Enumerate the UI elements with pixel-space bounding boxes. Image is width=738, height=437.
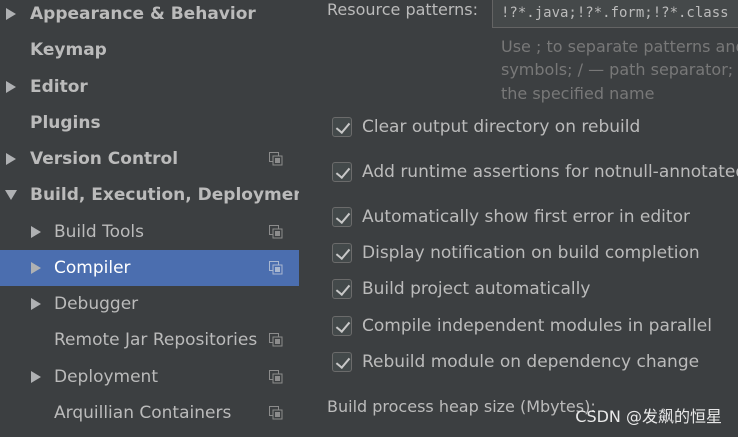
sidebar-item-appearance-behavior[interactable]: Appearance & Behavior — [0, 0, 299, 32]
resource-patterns-hint: symbols; / — path separator; — [501, 60, 734, 79]
expand-arrow-icon[interactable] — [31, 226, 41, 238]
sidebar-item-version-control[interactable]: Version Control — [0, 141, 299, 177]
checkbox-label[interactable]: Compile independent modules in parallel — [362, 315, 712, 337]
project-scope-icon — [269, 333, 283, 347]
checkbox-box[interactable] — [332, 352, 352, 372]
sidebar-item-deployment[interactable]: Deployment — [0, 359, 299, 395]
sidebar-item-label: Appearance & Behavior — [30, 4, 256, 24]
checkbox-label[interactable]: Rebuild module on dependency change — [362, 351, 699, 373]
check-icon — [335, 353, 351, 370]
project-scope-icon — [269, 225, 283, 239]
sidebar-item-label: Remote Jar Repositories — [54, 330, 258, 350]
check-icon — [335, 244, 351, 261]
checkbox-box[interactable] — [332, 162, 352, 182]
resource-patterns-hint: Use ; to separate patterns and — [501, 37, 738, 56]
expand-arrow-icon[interactable] — [6, 8, 16, 20]
expand-arrow-icon[interactable] — [6, 153, 16, 165]
sidebar-item-label: Debugger — [54, 294, 139, 314]
checkbox-label[interactable]: Build project automatically — [362, 278, 590, 300]
sidebar-item-label: Build Tools — [54, 222, 144, 242]
resource-patterns-input[interactable] — [492, 0, 738, 28]
sidebar-item-label: Compiler — [54, 258, 131, 278]
sidebar-item-plugins[interactable]: Plugins — [0, 105, 299, 141]
resource-patterns-label: Resource patterns: — [327, 0, 478, 19]
expand-arrow-icon[interactable] — [31, 298, 41, 310]
sidebar-item-label: Build, Execution, Deployment — [30, 185, 299, 205]
expand-arrow-icon[interactable] — [6, 81, 16, 93]
checkbox-box[interactable] — [332, 243, 352, 263]
sidebar-item-keymap[interactable]: Keymap — [0, 32, 299, 68]
sidebar-item-label: Plugins — [30, 113, 101, 133]
checkbox-box[interactable] — [332, 117, 352, 137]
checkbox-box[interactable] — [332, 207, 352, 227]
expand-arrow-icon[interactable] — [31, 371, 41, 383]
checkbox-box[interactable] — [332, 316, 352, 336]
checkbox-label[interactable]: Automatically show first error in editor — [362, 206, 690, 228]
check-icon — [335, 163, 351, 180]
check-icon — [335, 280, 351, 297]
sidebar-item-label: Arquillian Containers — [54, 403, 232, 423]
sidebar-item-compiler[interactable]: Compiler — [0, 250, 299, 286]
sidebar-item-label: Deployment — [54, 367, 158, 387]
checkbox-label[interactable]: Clear output directory on rebuild — [362, 116, 640, 138]
heap-size-label: Build process heap size (Mbytes): — [327, 397, 596, 416]
sidebar-item-build-tools[interactable]: Build Tools — [0, 214, 299, 250]
sidebar-item-label: Version Control — [30, 149, 179, 169]
check-icon — [335, 118, 351, 135]
expand-arrow-icon[interactable] — [31, 262, 41, 274]
checkbox-label[interactable]: Display notification on build completion — [362, 242, 700, 264]
sidebar-item-arquillian-containers[interactable]: Arquillian Containers — [0, 395, 299, 431]
sidebar-item-remote-jar-repositories[interactable]: Remote Jar Repositories — [0, 322, 299, 358]
compiler-settings-panel: Resource patterns: Use ; to separate pat… — [299, 0, 738, 437]
project-scope-icon — [269, 370, 283, 384]
settings-sidebar: Appearance & Behavior Keymap Editor Plug… — [0, 0, 299, 437]
sidebar-item-label: Editor — [30, 77, 88, 97]
sidebar-item-build-execution-deployment[interactable]: Build, Execution, Deployment — [0, 177, 299, 213]
checkbox-label[interactable]: Add runtime assertions for notnull-annot… — [362, 161, 738, 183]
checkbox-box[interactable] — [332, 279, 352, 299]
check-icon — [335, 317, 351, 334]
check-icon — [335, 208, 351, 225]
resource-patterns-hint: the specified name — [501, 84, 655, 103]
collapse-arrow-icon[interactable] — [5, 190, 17, 200]
sidebar-item-debugger[interactable]: Debugger — [0, 286, 299, 322]
sidebar-item-editor[interactable]: Editor — [0, 69, 299, 105]
sidebar-item-label: Keymap — [30, 40, 107, 60]
project-scope-icon — [269, 152, 283, 166]
watermark-text: CSDN @发飙的恒星 — [575, 407, 722, 426]
project-scope-icon — [269, 406, 283, 420]
project-scope-icon — [269, 261, 283, 275]
